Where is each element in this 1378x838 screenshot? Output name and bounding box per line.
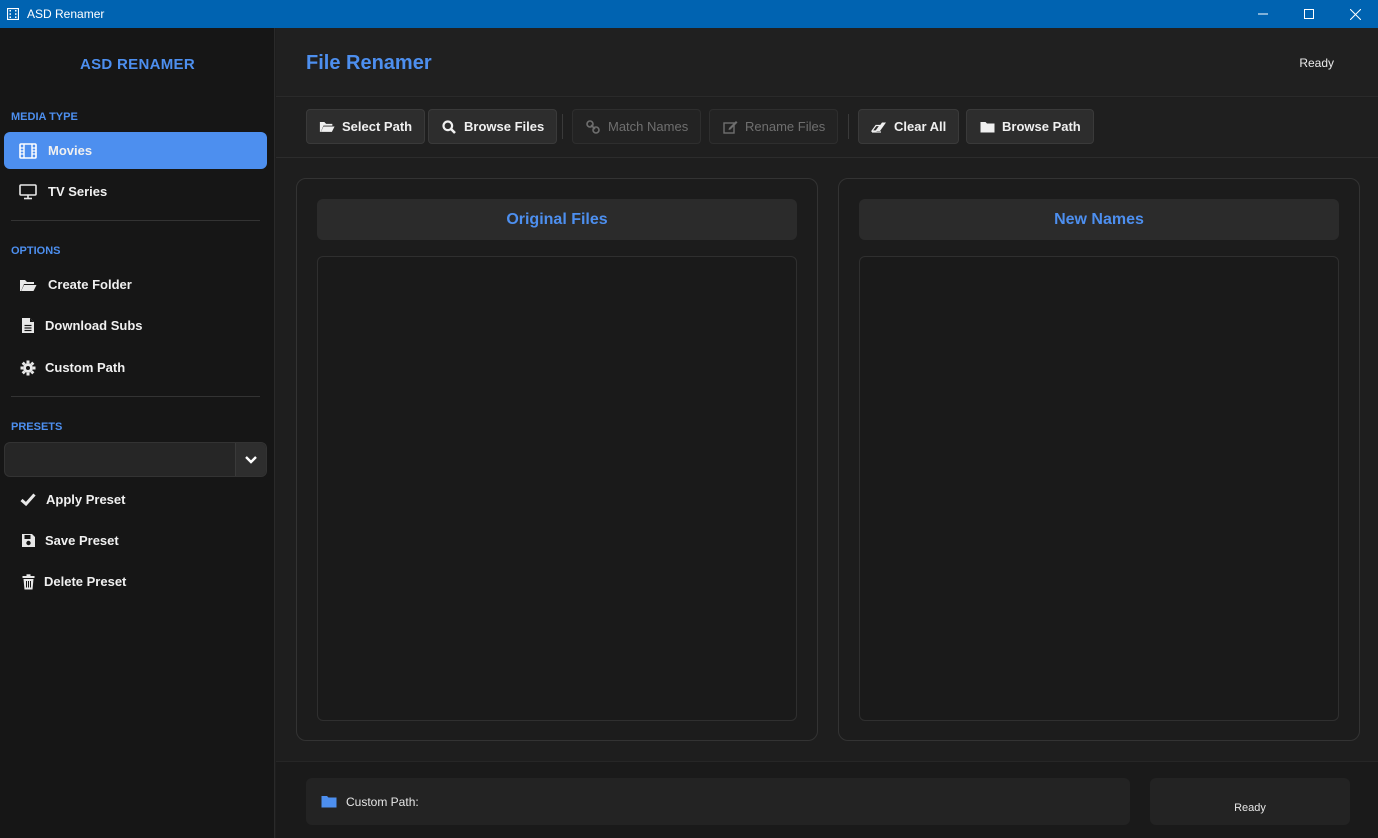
folder-icon (979, 119, 995, 135)
check-icon (18, 490, 38, 510)
window-title: ASD Renamer (27, 7, 105, 21)
app-film-icon (6, 7, 20, 21)
link-icon (585, 119, 601, 135)
match-names-button[interactable]: Match Names (572, 109, 702, 144)
browse-files-button[interactable]: Browse Files (428, 109, 558, 144)
sidebar-item-label: Apply Preset (46, 492, 126, 507)
sidebar-item-save-preset[interactable]: Save Preset (4, 522, 267, 559)
minimize-button[interactable] (1240, 0, 1286, 28)
button-label: Match Names (608, 119, 689, 134)
preset-select[interactable] (4, 442, 267, 477)
button-label: Browse Path (1002, 119, 1081, 134)
new-names-list[interactable] (859, 256, 1339, 721)
sidebar-item-custom-path[interactable]: Custom Path (4, 349, 267, 386)
original-files-panel: Original Files (296, 178, 818, 741)
presets-label: PRESETS (11, 421, 63, 433)
custom-path-box: Custom Path: (306, 778, 1130, 825)
folder-icon (320, 794, 338, 810)
footer-status: Ready (1234, 802, 1266, 814)
divider (11, 396, 260, 397)
title-bar: ASD Renamer (0, 0, 1378, 28)
rename-files-button[interactable]: Rename Files (709, 109, 839, 144)
sidebar-item-label: Movies (48, 143, 93, 158)
page-title: File Renamer (306, 52, 432, 74)
sidebar-item-movies[interactable]: Movies (4, 132, 267, 169)
sidebar-item-label: Save Preset (45, 533, 119, 548)
button-label: Browse Files (464, 119, 545, 134)
clear-all-button[interactable]: Clear All (858, 109, 960, 144)
options-label: OPTIONS (11, 245, 61, 257)
maximize-button[interactable] (1286, 0, 1332, 28)
folder-open-icon (18, 275, 38, 295)
media-type-label: MEDIA TYPE (11, 111, 78, 123)
film-icon (18, 141, 38, 161)
button-label: Clear All (894, 119, 947, 134)
original-files-list[interactable] (317, 256, 797, 721)
footer-status-box: Ready (1150, 778, 1350, 825)
sidebar-item-label: Delete Preset (44, 574, 127, 589)
search-icon (441, 119, 457, 135)
new-names-panel: New Names (838, 178, 1360, 741)
chevron-down-icon[interactable] (235, 443, 266, 476)
folder-open-icon (319, 119, 335, 135)
sidebar-item-label: TV Series (48, 184, 108, 199)
new-names-header: New Names (859, 199, 1339, 240)
button-label: Rename Files (745, 119, 826, 134)
close-button[interactable] (1332, 0, 1378, 28)
browse-path-button[interactable]: Browse Path (966, 109, 1094, 144)
gear-icon (18, 358, 38, 378)
eraser-icon (871, 119, 887, 135)
close-icon (1349, 8, 1361, 20)
sidebar-item-apply-preset[interactable]: Apply Preset (4, 481, 267, 518)
original-files-header: Original Files (317, 199, 797, 240)
header: File Renamer Ready (276, 28, 1378, 97)
trash-icon (18, 572, 38, 592)
sidebar-item-delete-preset[interactable]: Delete Preset (4, 563, 267, 600)
document-icon (18, 316, 38, 336)
monitor-icon (18, 182, 38, 202)
toolbar-separator (848, 114, 849, 139)
toolbar: Select Path Browse Files Match Names Ren… (276, 98, 1378, 158)
sidebar-item-label: Custom Path (45, 360, 126, 375)
header-status: Ready (1299, 56, 1334, 70)
select-path-button[interactable]: Select Path (306, 109, 426, 144)
footer: Custom Path: Ready (276, 761, 1378, 838)
edit-icon (722, 119, 738, 135)
sidebar-item-label: Download Subs (45, 318, 143, 333)
minimize-icon (1258, 13, 1268, 15)
main-area: File Renamer Ready Select Path Browse Fi… (276, 28, 1378, 838)
sidebar-item-create-folder[interactable]: Create Folder (4, 266, 267, 303)
maximize-icon (1304, 9, 1314, 19)
divider (11, 220, 260, 221)
toolbar-separator (562, 114, 563, 139)
brand-title: ASD RENAMER (80, 56, 195, 73)
custom-path-label: Custom Path: (346, 794, 419, 809)
sidebar-item-label: Create Folder (48, 277, 132, 292)
window-controls (1240, 0, 1378, 28)
sidebar-item-tv-series[interactable]: TV Series (4, 173, 267, 210)
sidebar-item-download-subs[interactable]: Download Subs (4, 307, 267, 344)
floppy-icon (18, 531, 38, 551)
sidebar: ASD RENAMER MEDIA TYPE Movies TV Series … (0, 28, 275, 838)
button-label: Select Path (342, 119, 413, 134)
